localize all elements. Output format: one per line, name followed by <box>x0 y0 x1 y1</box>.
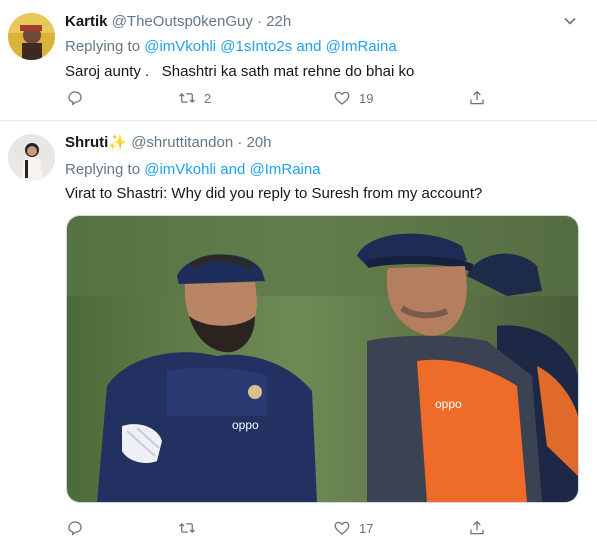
tweet-text: Saroj aunty . Shashtri ka sath mat rehne… <box>65 63 415 80</box>
retweet-button[interactable]: 2 <box>178 89 211 107</box>
tweet-actions: 17 <box>60 519 500 543</box>
tweet-photo[interactable]: oppo oppo <box>66 215 579 503</box>
share-icon <box>470 90 484 105</box>
like-button[interactable]: 17 <box>333 519 373 537</box>
replying-to-label: Replying to <box>65 38 141 55</box>
jacket-brand-text: oppo <box>232 418 259 432</box>
timestamp[interactable]: 20h <box>247 134 272 151</box>
tweet-header: Shruti✨ @shruttitandon · 20h <box>65 133 272 151</box>
tweet-header: Kartik @TheOutsp0kenGuy · 22h <box>65 13 291 30</box>
retweet-count: 2 <box>204 90 212 106</box>
like-button[interactable]: 19 <box>333 89 373 107</box>
reply-icon <box>68 91 82 106</box>
replying-to: Replying to @imVkohli @1sInto2s and @ImR… <box>65 38 397 55</box>
avatar[interactable] <box>8 134 55 181</box>
share-button[interactable] <box>468 519 486 537</box>
like-icon <box>334 521 350 535</box>
chevron-down-icon[interactable] <box>563 14 577 28</box>
replying-to-label: Replying to <box>65 161 141 178</box>
like-icon <box>334 91 350 105</box>
like-count: 17 <box>359 520 374 536</box>
sparkles-emoji: ✨ <box>108 134 128 151</box>
reply-button[interactable] <box>66 519 84 537</box>
tweet-actions: 2 19 <box>60 89 500 113</box>
user-handle[interactable]: @shruttitandon <box>131 134 233 151</box>
tweet[interactable]: Kartik @TheOutsp0kenGuy · 22h Replying t… <box>0 0 597 121</box>
reply-mentions-link[interactable]: @imVkohli and @ImRaina <box>144 161 320 178</box>
display-name[interactable]: Kartik <box>65 13 108 30</box>
tweet-text: Virat to Shastri: Why did you reply to S… <box>65 185 483 202</box>
share-icon <box>470 520 484 535</box>
like-count: 19 <box>359 90 374 106</box>
shirt-brand-text: oppo <box>435 397 462 411</box>
share-button[interactable] <box>468 89 486 107</box>
separator: · <box>237 134 243 151</box>
separator: · <box>257 13 263 30</box>
display-name[interactable]: Shruti <box>65 134 108 151</box>
retweet-icon <box>179 522 195 534</box>
avatar[interactable] <box>8 13 55 60</box>
reply-icon <box>68 521 82 536</box>
retweet-icon <box>179 92 195 104</box>
tweet[interactable]: Shruti✨ @shruttitandon · 20h Replying to… <box>0 121 597 555</box>
reply-button[interactable] <box>66 89 84 107</box>
replying-to: Replying to @imVkohli and @ImRaina <box>65 161 321 178</box>
retweet-button[interactable] <box>178 519 196 537</box>
reply-mentions-link[interactable]: @imVkohli @1sInto2s and @ImRaina <box>144 38 396 55</box>
timestamp[interactable]: 22h <box>266 13 291 30</box>
user-handle[interactable]: @TheOutsp0kenGuy <box>112 13 253 30</box>
